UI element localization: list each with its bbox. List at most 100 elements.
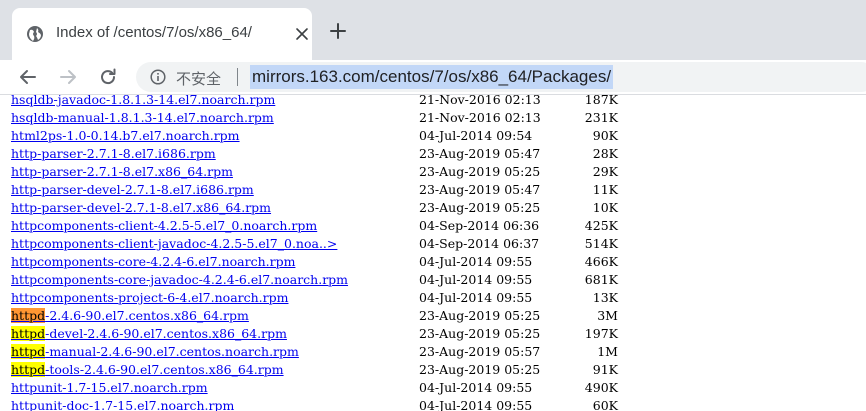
- info-circle-icon[interactable]: [150, 69, 166, 85]
- file-size: 90K: [592, 128, 618, 143]
- file-date: 04-Jul-2014 09:55: [419, 380, 533, 395]
- tab-strip: Index of /centos/7/os/x86_64/: [0, 0, 866, 60]
- file-link[interactable]: hsqldb-manual-1.8.1.3-14.el7.noarch.rpm: [11, 109, 274, 127]
- table-row: http-parser-2.7.1-8.el7.i686.rpm 23-Aug-2…: [0, 145, 866, 163]
- table-row: http-parser-devel-2.7.1-8.el7.x86_64.rpm…: [0, 199, 866, 217]
- tab-title: Index of /centos/7/os/x86_64/: [56, 24, 252, 41]
- file-link[interactable]: httpcomponents-client-4.2.5-5.el7_0.noar…: [11, 217, 317, 235]
- file-name: -tools-2.4.6-90.el7.centos.x86_64.rpm: [45, 362, 284, 377]
- file-name: html2ps-1.0-0.14.b7.el7.noarch.rpm: [11, 128, 240, 143]
- table-row: httpunit-1.7-15.el7.noarch.rpm 04-Jul-201…: [0, 379, 866, 397]
- file-link[interactable]: httpunit-1.7-15.el7.noarch.rpm: [11, 379, 208, 397]
- file-link[interactable]: http-parser-2.7.1-8.el7.i686.rpm: [11, 145, 216, 163]
- table-row: hsqldb-javadoc-1.8.1.3-14.el7.noarch.rpm…: [0, 95, 866, 109]
- table-row: http-parser-2.7.1-8.el7.x86_64.rpm 23-Aug…: [0, 163, 866, 181]
- file-size: 28K: [592, 146, 618, 161]
- file-name: httpcomponents-core-4.2.4-6.el7.noarch.r…: [11, 254, 296, 269]
- file-link[interactable]: html2ps-1.0-0.14.b7.el7.noarch.rpm: [11, 127, 240, 145]
- file-size: 11K: [592, 182, 618, 197]
- table-row: http-parser-devel-2.7.1-8.el7.i686.rpm 23…: [0, 181, 866, 199]
- file-link[interactable]: httpd-devel-2.4.6-90.el7.centos.x86_64.r…: [11, 325, 287, 343]
- file-name: -manual-2.4.6-90.el7.centos.noarch.rpm: [45, 344, 299, 359]
- table-row: httpd-tools-2.4.6-90.el7.centos.x86_64.r…: [0, 361, 866, 379]
- arrow-right-icon[interactable]: [58, 67, 78, 87]
- file-name: hsqldb-manual-1.8.1.3-14.el7.noarch.rpm: [11, 110, 274, 125]
- file-date: 23-Aug-2019 05:57: [419, 344, 541, 359]
- file-date: 04-Sep-2014 06:36: [419, 218, 540, 233]
- file-link[interactable]: http-parser-devel-2.7.1-8.el7.i686.rpm: [11, 181, 254, 199]
- file-date: 23-Aug-2019 05:25: [419, 308, 541, 323]
- file-size: 60K: [592, 398, 618, 411]
- table-row: httpcomponents-core-4.2.4-6.el7.noarch.r…: [0, 253, 866, 271]
- table-row: httpcomponents-project-6-4.el7.noarch.rp…: [0, 289, 866, 307]
- file-date: 23-Aug-2019 05:25: [419, 326, 541, 341]
- file-date: 04-Jul-2014 09:55: [419, 290, 533, 305]
- search-highlight: httpd: [11, 344, 46, 359]
- file-link[interactable]: httpcomponents-core-4.2.4-6.el7.noarch.r…: [11, 253, 295, 271]
- file-name: httpcomponents-project-6-4.el7.noarch.rp…: [11, 290, 289, 305]
- file-date: 04-Jul-2014 09:55: [419, 398, 533, 411]
- file-size: 1M: [597, 344, 618, 359]
- file-size: 91K: [592, 362, 618, 377]
- address-bar[interactable]: 不安全 mirrors.163.com/centos/7/os/x86_64/P…: [136, 62, 866, 92]
- active-tab[interactable]: Index of /centos/7/os/x86_64/: [12, 8, 312, 60]
- file-link[interactable]: http-parser-2.7.1-8.el7.x86_64.rpm: [11, 163, 233, 181]
- table-row: httpd-devel-2.4.6-90.el7.centos.x86_64.r…: [0, 325, 866, 343]
- reload-icon[interactable]: [98, 67, 118, 87]
- table-row: httpd-manual-2.4.6-90.el7.centos.noarch.…: [0, 343, 866, 361]
- file-link[interactable]: httpunit-doc-1.7-15.el7.noarch.rpm: [11, 397, 234, 411]
- file-link[interactable]: httpcomponents-project-6-4.el7.noarch.rp…: [11, 289, 288, 307]
- file-name: httpcomponents-client-4.2.5-5.el7_0.noar…: [11, 218, 318, 233]
- file-name: httpunit-doc-1.7-15.el7.noarch.rpm: [11, 398, 235, 411]
- file-link[interactable]: httpcomponents-core-javadoc-4.2.4-6.el7.…: [11, 271, 348, 289]
- browser-toolbar: 不安全 mirrors.163.com/centos/7/os/x86_64/P…: [0, 60, 866, 95]
- file-size: 13K: [592, 290, 618, 305]
- file-size: 10K: [592, 200, 618, 215]
- file-name: http-parser-devel-2.7.1-8.el7.x86_64.rpm: [11, 200, 272, 215]
- arrow-left-icon[interactable]: [18, 67, 38, 87]
- file-date: 04-Jul-2014 09:55: [419, 254, 533, 269]
- search-highlight: httpd: [11, 362, 46, 377]
- url-text[interactable]: mirrors.163.com/centos/7/os/x86_64/Packa…: [250, 65, 614, 89]
- file-size: 197K: [584, 326, 618, 341]
- file-date: 21-Nov-2016 02:13: [419, 110, 541, 125]
- file-link[interactable]: http-parser-devel-2.7.1-8.el7.x86_64.rpm: [11, 199, 271, 217]
- file-name: -2.4.6-90.el7.centos.x86_64.rpm: [45, 308, 249, 323]
- file-rows: hsqldb-javadoc-1.8.1.3-14.el7.noarch.rpm…: [0, 95, 866, 411]
- omnibox-separator: [237, 68, 238, 86]
- file-link[interactable]: httpcomponents-client-javadoc-4.2.5-5.el…: [11, 235, 337, 253]
- globe-icon: [27, 26, 43, 42]
- file-link[interactable]: httpd-2.4.6-90.el7.centos.x86_64.rpm: [11, 307, 249, 325]
- file-date: 23-Aug-2019 05:25: [419, 164, 541, 179]
- close-icon[interactable]: [295, 27, 309, 41]
- file-name: httpunit-1.7-15.el7.noarch.rpm: [11, 380, 208, 395]
- file-name: http-parser-2.7.1-8.el7.x86_64.rpm: [11, 164, 233, 179]
- table-row: httpcomponents-client-4.2.5-5.el7_0.noar…: [0, 217, 866, 235]
- file-name: -devel-2.4.6-90.el7.centos.x86_64.rpm: [45, 326, 287, 341]
- table-row: httpcomponents-client-javadoc-4.2.5-5.el…: [0, 235, 866, 253]
- table-row: httpunit-doc-1.7-15.el7.noarch.rpm 04-Jul…: [0, 397, 866, 411]
- file-size: 187K: [584, 95, 618, 107]
- plus-icon[interactable]: [329, 22, 347, 40]
- file-date: 23-Aug-2019 05:25: [419, 200, 541, 215]
- search-highlight: httpd: [11, 326, 46, 341]
- file-size: 681K: [584, 272, 618, 287]
- table-row: hsqldb-manual-1.8.1.3-14.el7.noarch.rpm 2…: [0, 109, 866, 127]
- table-row: httpd-2.4.6-90.el7.centos.x86_64.rpm 23-A…: [0, 307, 866, 325]
- file-size: 425K: [584, 218, 618, 233]
- security-label[interactable]: 不安全: [176, 68, 221, 89]
- file-date: 04-Jul-2014 09:54: [419, 128, 533, 143]
- file-size: 490K: [584, 380, 618, 395]
- file-link[interactable]: httpd-tools-2.4.6-90.el7.centos.x86_64.r…: [11, 361, 284, 379]
- file-link[interactable]: httpd-manual-2.4.6-90.el7.centos.noarch.…: [11, 343, 299, 361]
- file-date: 23-Aug-2019 05:47: [419, 182, 541, 197]
- directory-listing: hsqldb-javadoc-1.8.1.3-14.el7.noarch.rpm…: [0, 95, 866, 411]
- file-date: 04-Jul-2014 09:55: [419, 272, 533, 287]
- file-size: 514K: [584, 236, 618, 251]
- file-name: httpcomponents-client-javadoc-4.2.5-5.el…: [11, 236, 338, 251]
- file-name: http-parser-devel-2.7.1-8.el7.i686.rpm: [11, 182, 254, 197]
- file-size: 231K: [584, 110, 618, 125]
- file-date: 23-Aug-2019 05:25: [419, 362, 541, 377]
- file-link[interactable]: hsqldb-javadoc-1.8.1.3-14.el7.noarch.rpm: [11, 95, 275, 109]
- file-size: 3M: [597, 308, 618, 323]
